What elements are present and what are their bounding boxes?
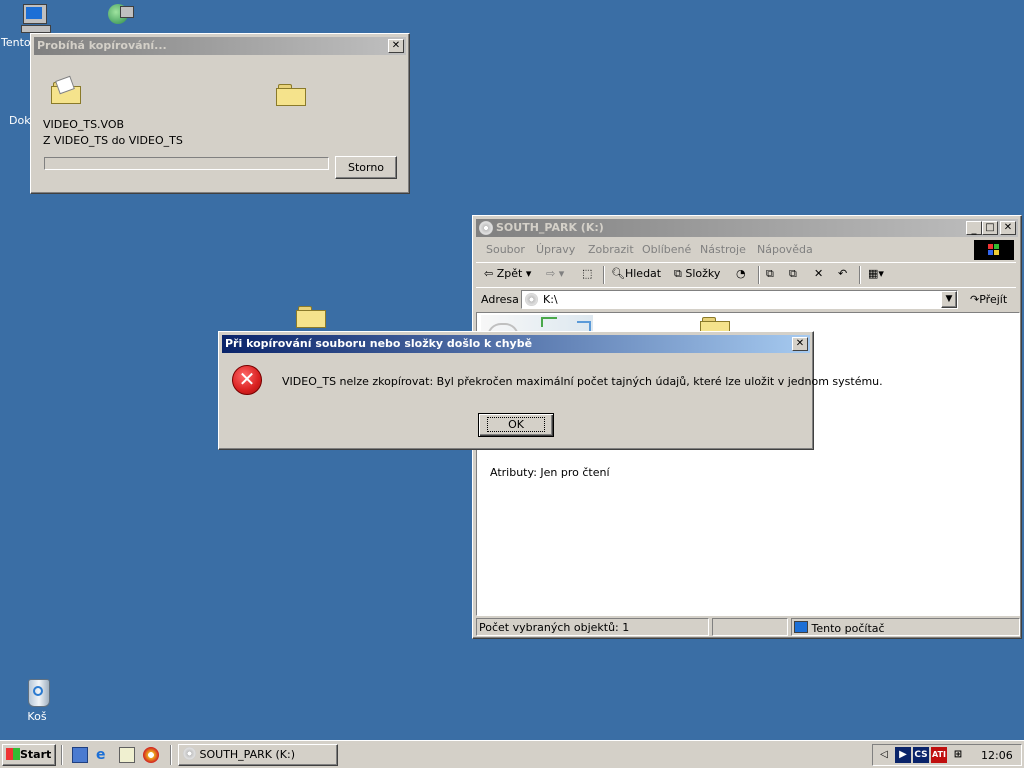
taskbar-task-south-park[interactable]: SOUTH_PARK (K:) [178,744,338,766]
views-icon[interactable]: ▦▾ [868,263,884,285]
network-tray-icon[interactable]: ⊞ [950,747,966,763]
attributes-text: Atributy: Jen pro čtení [490,466,610,479]
status-bar: Počet vybraných objektů: 1 Tento počítač [476,618,1020,636]
start-button[interactable]: Start [2,744,56,766]
copy-progress-dialog: Probíhá kopírování... ✕ VIDEO_TS.VOB Z V… [30,33,410,194]
close-icon[interactable]: ✕ [1000,221,1016,235]
desktop-icon-recycle-bin[interactable]: Koš [7,676,67,723]
folder-icon [276,84,306,106]
error-dialog-title: Při kopírování souboru nebo složky došlo… [225,337,533,350]
search-icon: 🔍︎ [611,267,625,280]
copy-dialog-titlebar[interactable]: Probíhá kopírování... ✕ [34,37,406,55]
windows-logo-icon [974,240,1014,260]
back-arrow-icon: ⇦ [484,267,494,280]
search-button[interactable]: 🔍︎Hledat [611,263,661,285]
drive-icon [525,293,538,306]
recycle-bin-icon [21,676,53,708]
media-player-icon[interactable] [143,747,159,763]
clock[interactable]: 12:06 [981,749,1013,762]
menu-bar: Soubor Úpravy Zobrazit Oblíbené Nástroje… [476,240,1016,260]
taskbar-separator [170,745,172,765]
menu-napoveda[interactable]: Nápověda [757,240,813,260]
drive-icon [183,747,196,760]
windows-logo-icon [6,748,20,760]
quick-launch: e [72,747,162,763]
error-icon: ✕ [232,365,262,395]
status-size [712,618,788,636]
computer-icon [19,2,51,34]
desktop-icon-label: Koš [27,710,47,723]
media-play-icon[interactable]: ▶ [895,747,911,763]
outlook-express-icon[interactable] [119,747,135,763]
address-label: Adresa [481,293,519,306]
close-icon[interactable]: ✕ [792,337,808,351]
status-selected: Počet vybraných objektů: 1 [476,618,709,636]
desktop: { "desktop": { "icons": [ {"label": "Ten… [0,0,1024,768]
cancel-button[interactable]: Storno [335,156,397,179]
address-value: K:\ [543,293,558,306]
error-dialog: Při kopírování souboru nebo složky došlo… [218,331,883,450]
menu-oblibene[interactable]: Oblíbené [642,240,691,260]
ok-button-label: OK [487,417,545,432]
minimize-icon[interactable]: _ [966,221,982,235]
computer-icon [794,621,808,633]
go-button[interactable]: ↷Přejít [970,293,1007,306]
folders-icon: ⧉ [674,267,682,280]
toolbar-separator [603,266,605,284]
up-folder-icon[interactable]: ⬚ [582,263,592,285]
menu-upravy[interactable]: Úpravy [536,240,575,260]
maximize-icon[interactable]: □ [982,221,998,235]
error-dialog-titlebar[interactable]: Při kopírování souboru nebo složky došlo… [222,335,810,353]
address-input[interactable]: K:\ ▼ [521,290,958,309]
folder-icon [296,306,326,328]
copy-file-name: VIDEO_TS.VOB [43,118,125,131]
explorer-title: SOUTH_PARK (K:) [496,221,604,234]
ok-button[interactable]: OK [478,413,554,437]
chevron-down-icon[interactable]: ▼ [941,291,957,308]
desktop-icon-network[interactable] [88,2,148,36]
copy-progress-bar [44,157,329,170]
close-icon[interactable]: ✕ [388,39,404,53]
speaker-icon[interactable]: ◁ [876,747,892,763]
go-arrow-icon: ↷ [970,293,980,306]
explorer-titlebar[interactable]: SOUTH_PARK (K:) _ □ ✕ [476,219,1018,237]
language-indicator[interactable]: CS [913,747,929,763]
move-to-icon[interactable]: ⧉ [766,263,774,285]
delete-icon[interactable]: ✕ [814,263,823,285]
folders-button[interactable]: ⧉ Složky [674,263,720,285]
ati-icon[interactable]: ATI [931,747,947,763]
history-icon[interactable]: ◔ [736,263,746,285]
internet-explorer-icon[interactable]: e [96,747,112,763]
menu-soubor[interactable]: Soubor [486,240,525,260]
drive-icon [479,221,493,235]
show-desktop-icon[interactable] [72,747,88,763]
status-zone: Tento počítač [791,618,1020,636]
menu-zobrazit[interactable]: Zobrazit [588,240,634,260]
undo-icon[interactable]: ↶ [838,263,847,285]
copy-route: Z VIDEO_TS do VIDEO_TS [43,134,183,147]
address-bar: Adresa K:\ ▼ ↷Přejít [476,287,1016,312]
taskbar-separator [61,745,63,765]
menu-nastroje[interactable]: Nástroje [700,240,746,260]
copy-dialog-title: Probíhá kopírování... [37,39,167,52]
copy-to-icon[interactable]: ⧉ [789,263,797,285]
error-message: VIDEO_TS nelze zkopírovat: Byl překročen… [282,375,883,388]
taskbar: Start e SOUTH_PARK (K:) ◁ ▶ CS ATI ⊞ 12:… [0,740,1024,768]
toolbar-separator [758,266,760,284]
toolbar: ⇦ Zpět ▾ ⇨ ▾ ⬚ 🔍︎Hledat ⧉ Složky ◔ ⧉ ⧉ ✕… [476,262,1016,287]
system-tray: ◁ ▶ CS ATI ⊞ 12:06 [872,744,1022,766]
forward-button[interactable]: ⇨ ▾ [546,263,564,285]
network-icon [102,2,134,34]
toolbar-separator [859,266,861,284]
folder-icon [51,75,81,104]
back-button[interactable]: ⇦ Zpět ▾ [484,263,531,285]
